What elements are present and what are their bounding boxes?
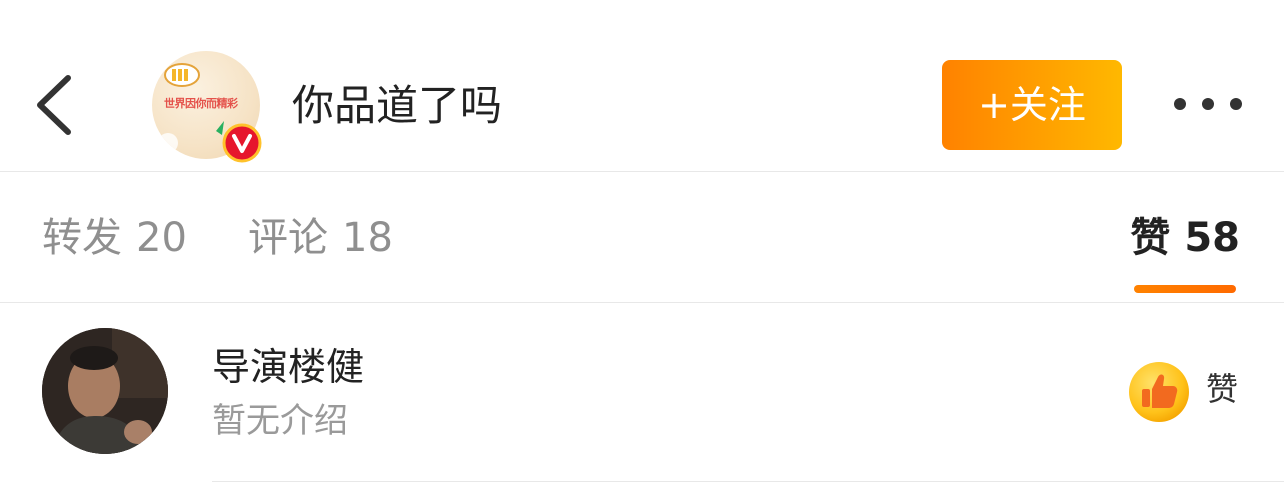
user-description: 暂无介绍	[212, 401, 348, 441]
tab-comment-label: 评论	[248, 215, 328, 261]
tab-like[interactable]: 赞 58	[1130, 212, 1240, 264]
account-avatar[interactable]: 世界因你而精彩	[152, 51, 262, 163]
tab-comment-count: 18	[342, 215, 393, 261]
more-dots-icon	[1174, 98, 1242, 110]
avatar-slogan-text: 世界因你而精彩	[164, 97, 238, 110]
tab-forward-count: 20	[136, 215, 187, 261]
list-item[interactable]: 导演楼健 暂无介绍 赞	[0, 303, 1284, 483]
more-button[interactable]	[1172, 86, 1244, 122]
tab-forward[interactable]: 转发 20	[42, 212, 187, 264]
interaction-tabs: 转发 20 评论 18 赞 58	[0, 172, 1284, 303]
top-bar: 世界因你而精彩 你品道了吗 +关注	[0, 0, 1284, 172]
tab-like-count: 58	[1184, 215, 1240, 261]
active-tab-indicator	[1134, 285, 1236, 293]
user-avatar[interactable]	[42, 328, 168, 454]
like-label[interactable]: 赞	[1206, 367, 1238, 411]
follow-button[interactable]: +关注	[942, 60, 1122, 150]
chevron-left-icon	[37, 75, 71, 135]
back-button[interactable]	[30, 70, 80, 140]
user-name[interactable]: 导演楼健	[212, 343, 364, 391]
item-divider	[212, 481, 1284, 482]
tab-like-label: 赞	[1130, 215, 1171, 261]
user-avatar-image	[42, 328, 168, 454]
account-name[interactable]: 你品道了吗	[292, 80, 502, 132]
verified-v-badge-icon	[222, 123, 262, 163]
tab-forward-label: 转发	[42, 215, 122, 261]
tab-comment[interactable]: 评论 18	[248, 212, 393, 264]
likes-page: 世界因你而精彩 你品道了吗 +关注 转发 20 评论 18 赞 58 导演楼健 …	[0, 0, 1284, 492]
thumbs-up-icon	[1129, 362, 1189, 422]
